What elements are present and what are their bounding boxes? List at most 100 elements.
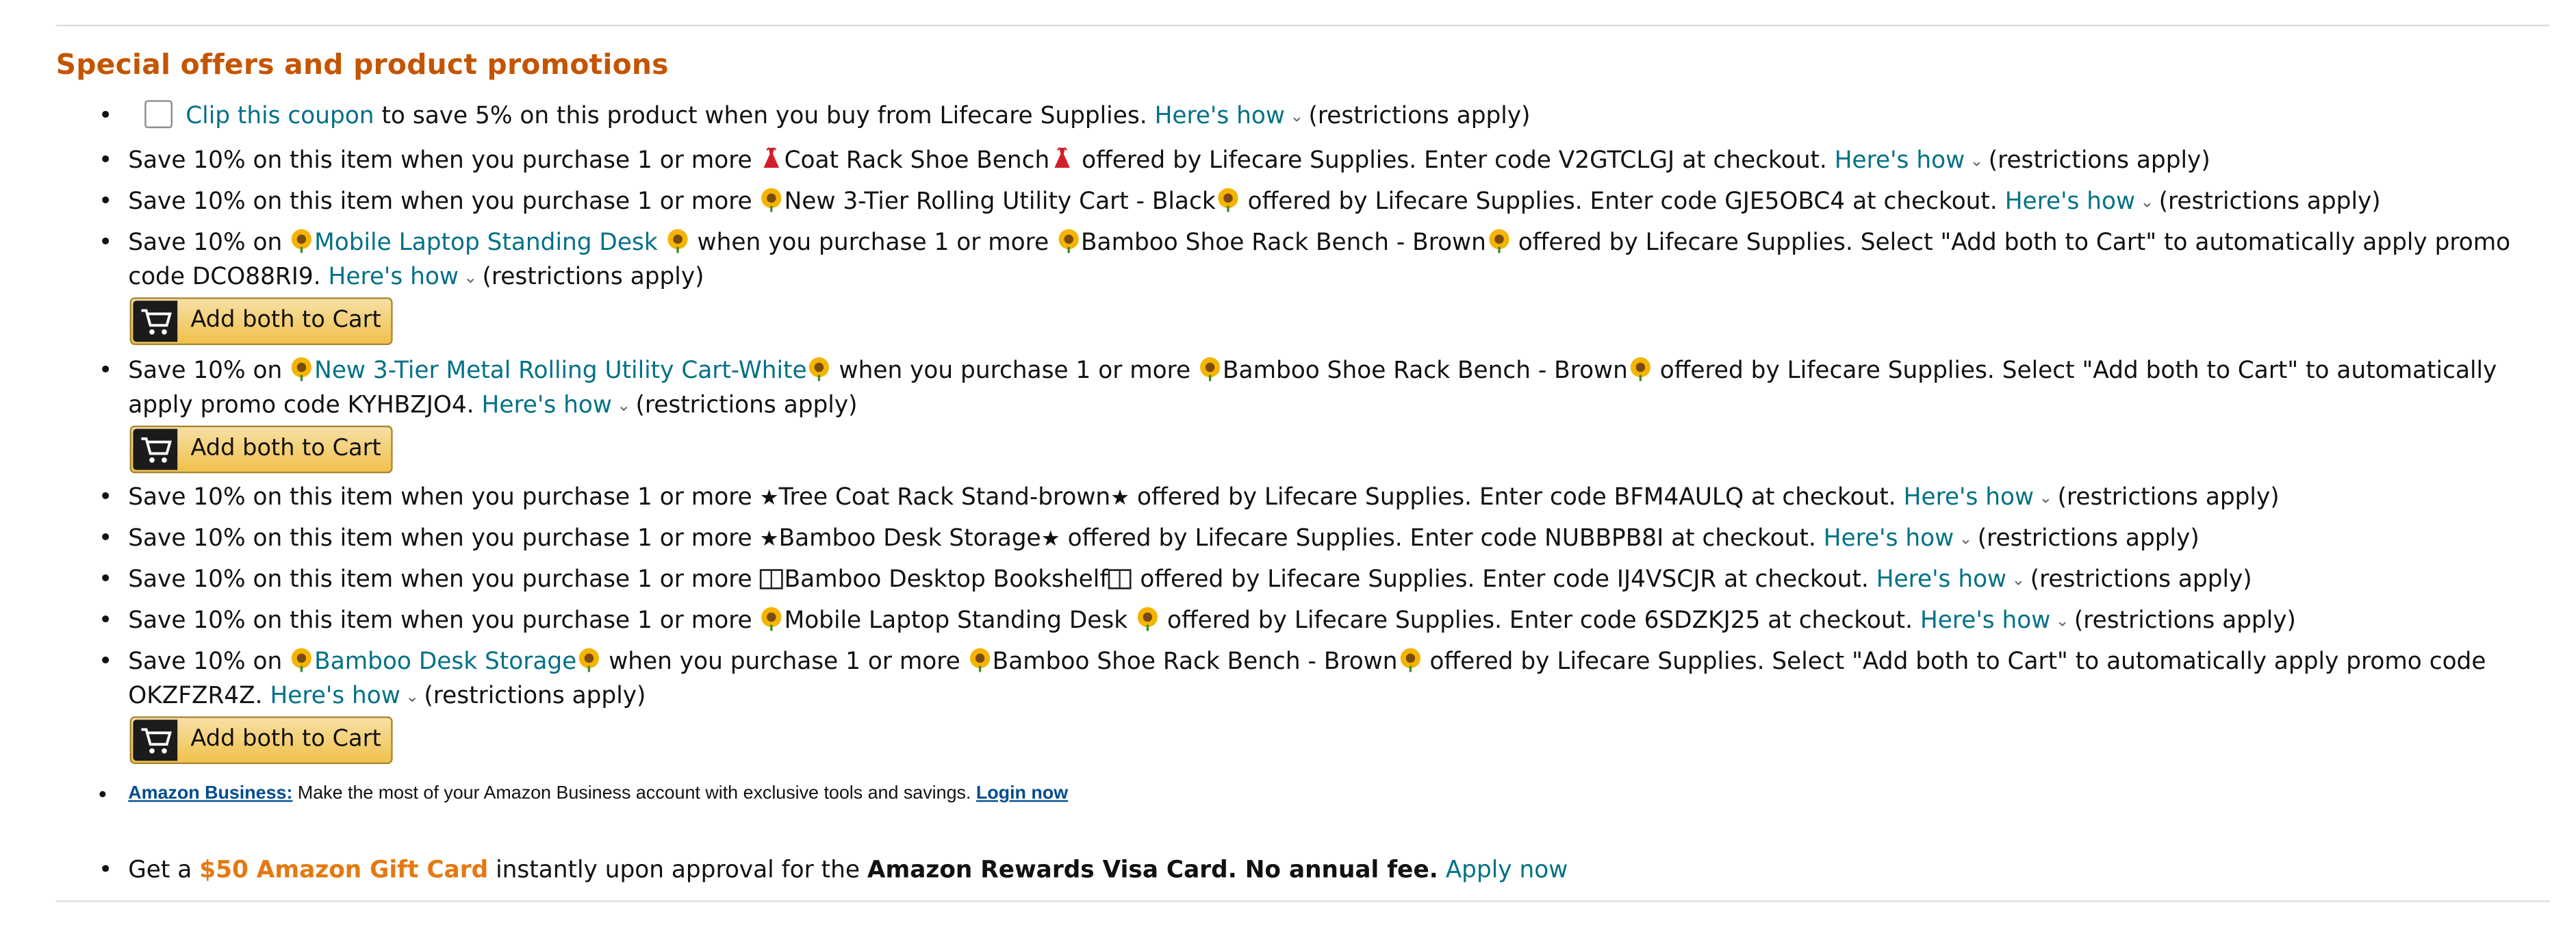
chevron-down-icon[interactable]: ⌄ [405, 681, 419, 715]
heres-how-link[interactable]: Here's how [270, 683, 400, 709]
star-icon: ★ [759, 486, 779, 511]
sunflower-icon [970, 648, 991, 672]
restrictions-text: (restrictions apply) [1977, 526, 2199, 553]
chevron-down-icon[interactable]: ⌄ [1290, 100, 1303, 134]
heres-how-link[interactable]: Here's how [482, 393, 612, 419]
star-icon: ★ [1041, 527, 1060, 553]
chevron-down-icon[interactable]: ⌄ [2056, 605, 2069, 639]
bullet: • [99, 780, 107, 807]
amazon-business-text: Make the most of your Amazon Business ac… [292, 783, 976, 804]
sunflower-icon [578, 648, 599, 672]
add-both-label: Add both to Cart [190, 726, 381, 753]
restrictions-text: (restrictions apply) [1988, 148, 2210, 175]
offer-suffix: offered by Lifecare Supplies. Enter code… [1060, 526, 1816, 553]
login-now-link[interactable]: Login now [976, 784, 1068, 804]
offer-prefix: Save 10% on this item when you purchase … [128, 148, 760, 175]
add-both-to-cart-button[interactable]: Add both to Cart [129, 297, 393, 346]
apply-now-link[interactable]: Apply now [1446, 858, 1568, 884]
star-icon: ★ [1110, 486, 1130, 511]
amazon-business-link[interactable]: Amazon Business: [128, 784, 292, 804]
bottom-divider [55, 900, 2550, 902]
restrictions-text: (restrictions apply) [2158, 189, 2381, 216]
offer-product: Coat Rack Shoe Bench [784, 148, 1050, 175]
bundle-product-link[interactable]: New 3-Tier Metal Rolling Utility Cart-Wh… [314, 358, 806, 384]
restrictions-text: (restrictions apply) [2074, 608, 2296, 635]
bundle-save: Save 10% on [128, 358, 290, 385]
sunflower-icon [1399, 648, 1420, 672]
bundle-mid: when you purchase 1 or more [831, 358, 1199, 385]
chevron-down-icon[interactable]: ⌄ [1959, 522, 1972, 557]
offer-product: Mobile Laptop Standing Desk [784, 608, 1128, 635]
heres-how-link[interactable]: Here's how [1155, 103, 1285, 129]
heres-how-link[interactable]: Here's how [1876, 567, 2006, 593]
restrictions-text: (restrictions apply) [1308, 103, 1531, 130]
bundle-save: Save 10% on [128, 230, 290, 257]
visa-get-a: Get a [128, 857, 200, 885]
sunflower-icon [292, 357, 312, 381]
bundle-product: Bamboo Shoe Rack Bench - Brown [1081, 230, 1486, 257]
offer-prefix: Save 10% on this item when you purchase … [128, 189, 760, 216]
sunflower-icon [1218, 188, 1238, 212]
add-both-label: Add both to Cart [190, 435, 381, 462]
promotions-panel: Special offers and product promotions • … [0, 0, 2576, 925]
sunflower-icon [1200, 357, 1221, 381]
chevron-down-icon[interactable]: ⌄ [2140, 186, 2154, 220]
heres-how-link[interactable]: Here's how [1824, 526, 1954, 552]
bullet: • [99, 358, 113, 385]
offer-suffix: offered by Lifecare Supplies. Enter code… [1240, 189, 1998, 216]
chevron-down-icon[interactable]: ⌄ [2011, 563, 2025, 598]
chevron-down-icon[interactable]: ⌄ [617, 390, 630, 424]
heres-how-link[interactable]: Here's how [2005, 189, 2135, 215]
bundle-product-link[interactable]: Bamboo Desk Storage [314, 649, 576, 675]
sunflower-icon [761, 607, 782, 631]
restrictions-text: (restrictions apply) [424, 683, 646, 710]
sunflower-icon [1137, 607, 1158, 631]
restrictions-text: (restrictions apply) [482, 264, 704, 291]
bundle-product: Bamboo Shoe Rack Bench - Brown [992, 649, 1398, 676]
clip-coupon-checkbox[interactable] [144, 100, 173, 129]
add-both-label: Add both to Cart [190, 307, 381, 334]
heres-how-link[interactable]: Here's how [1835, 148, 1965, 174]
chevron-down-icon[interactable]: ⌄ [1969, 144, 1983, 179]
sunflower-icon [1058, 229, 1079, 253]
star-icon: ★ [759, 527, 779, 553]
sunflower-icon [761, 188, 782, 212]
sunflower-icon [292, 229, 312, 253]
cart-icon [133, 720, 178, 761]
red-dress-icon [1054, 147, 1070, 168]
chevron-down-icon[interactable]: ⌄ [463, 262, 477, 296]
bullet: • [99, 189, 113, 216]
heres-how-link[interactable]: Here's how [1920, 608, 2050, 634]
coupon-text: to save 5% on this product when you buy … [381, 103, 1147, 130]
offer-product: Bamboo Desktop Bookshelf [784, 567, 1108, 594]
heres-how-link[interactable]: Here's how [1904, 485, 2034, 511]
clip-coupon-link[interactable]: Clip this coupon [186, 103, 374, 129]
bullet: • [99, 608, 113, 635]
bullet: • [99, 526, 113, 553]
offer-prefix: Save 10% on this item when you purchase … [128, 526, 760, 553]
restrictions-text: (restrictions apply) [2030, 567, 2252, 594]
offer-prefix: Save 10% on this item when you purchase … [128, 608, 760, 635]
heres-how-link[interactable]: Here's how [329, 264, 459, 290]
add-both-to-cart-button[interactable]: Add both to Cart [129, 425, 393, 474]
bundle-product-link[interactable]: Mobile Laptop Standing Desk [314, 230, 658, 256]
visa-mid: instantly upon approval for the [488, 857, 867, 885]
sunflower-icon [667, 229, 688, 253]
chevron-down-icon[interactable]: ⌄ [2039, 481, 2052, 516]
offer-suffix: offered by Lifecare Supplies. Enter code… [1130, 485, 1896, 511]
restrictions-text: (restrictions apply) [2057, 485, 2280, 511]
offer-product: Tree Coat Rack Stand-brown [778, 485, 1111, 511]
bullet: • [99, 485, 113, 511]
offer-product: Bamboo Desk Storage [778, 526, 1041, 553]
top-divider [55, 25, 2550, 27]
section-title: Special offers and product promotions [55, 49, 669, 83]
bullet: • [99, 857, 113, 885]
sunflower-icon [1630, 357, 1650, 381]
bundle-save: Save 10% on [128, 649, 290, 676]
add-both-to-cart-button[interactable]: Add both to Cart [129, 716, 393, 764]
bullet: • [99, 103, 113, 130]
bullet: • [99, 649, 113, 676]
sunflower-icon [1488, 229, 1509, 253]
visa-card-name: Amazon Rewards Visa Card. No annual fee. [867, 857, 1438, 885]
offer-suffix: offered by Lifecare Supplies. Enter code… [1160, 608, 1913, 635]
